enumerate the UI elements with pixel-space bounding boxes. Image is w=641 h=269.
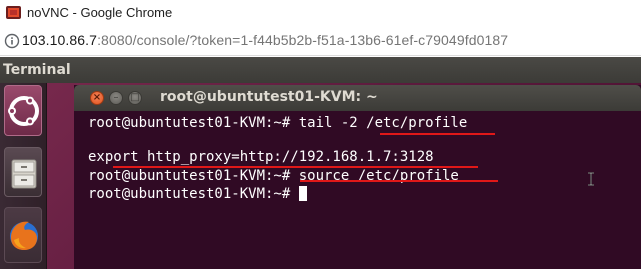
firefox-icon	[10, 221, 38, 250]
launcher-dash-button[interactable]	[4, 85, 42, 136]
terminal-window[interactable]: × – □ root@ubuntutest01-KVM: ~ root@ubun…	[74, 85, 641, 269]
ibeam-cursor-icon	[588, 172, 594, 186]
maximize-button[interactable]: □	[128, 91, 142, 105]
files-icon	[11, 159, 37, 189]
annotation-underline	[113, 166, 478, 168]
site-info-icon[interactable]	[4, 33, 20, 49]
annotation-underline	[300, 180, 498, 182]
novnc-icon	[6, 6, 21, 19]
terminal-prompt-line[interactable]: root@ubuntutest01-KVM:~#	[88, 186, 307, 205]
unity-launcher	[0, 83, 47, 269]
launcher-firefox-button[interactable]	[4, 207, 42, 263]
url-host: 103.10.86.7	[22, 32, 98, 48]
maximize-icon: □	[130, 92, 140, 103]
launcher-files-button[interactable]	[4, 147, 42, 197]
terminal-titlebar[interactable]: × – □ root@ubuntutest01-KVM: ~	[74, 85, 641, 111]
annotation-underline	[380, 133, 495, 135]
panel-app-title: Terminal	[3, 62, 71, 78]
minimize-icon: –	[113, 92, 119, 103]
ubuntu-top-panel: Terminal	[0, 57, 641, 83]
terminal-title: root@ubuntutest01-KVM: ~	[160, 89, 378, 105]
url-text[interactable]: 103.10.86.7:8080/console/?token=1-f44b5b…	[22, 32, 508, 48]
window-title: noVNC - Google Chrome	[27, 5, 173, 20]
terminal-line: root@ubuntutest01-KVM:~# source /etc/pro…	[88, 168, 459, 184]
terminal-line: root@ubuntutest01-KVM:~# tail -2 /etc/pr…	[88, 115, 468, 131]
ubuntu-dash-icon	[8, 96, 39, 126]
address-bar[interactable]: 103.10.86.7:8080/console/?token=1-f44b5b…	[0, 26, 641, 56]
text-cursor	[298, 186, 307, 201]
close-button[interactable]: ×	[90, 91, 104, 105]
url-path: :8080/console/?token=1-f44b5b2b-f51a-13b…	[97, 32, 509, 48]
terminal-output[interactable]: root@ubuntutest01-KVM:~# tail -2 /etc/pr…	[88, 115, 628, 265]
minimize-button[interactable]: –	[109, 91, 123, 105]
terminal-prompt: root@ubuntutest01-KVM:~#	[88, 186, 299, 202]
browser-titlebar: noVNC - Google Chrome	[0, 0, 641, 26]
close-icon: ×	[92, 92, 102, 103]
